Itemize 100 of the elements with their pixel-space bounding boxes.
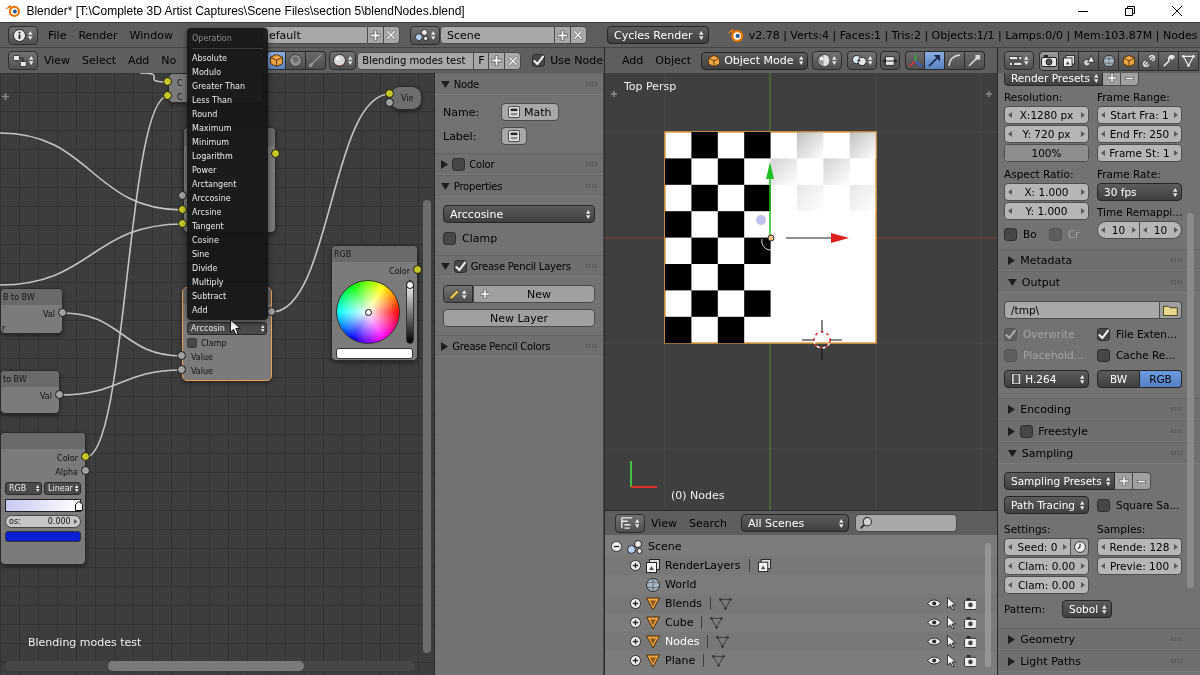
scene-selector-button[interactable] (409, 25, 440, 45)
number-field[interactable]: Rende: 128 (1097, 538, 1182, 556)
panel-header[interactable]: Properties (435, 175, 603, 197)
left-arrow-icon[interactable] (1101, 150, 1105, 156)
panel-header[interactable]: Geometry (998, 628, 1200, 650)
menu-item[interactable]: Arctangent (192, 177, 268, 191)
number-field[interactable]: 10 (1140, 221, 1182, 239)
slider-thumb[interactable] (406, 281, 414, 289)
cursor-icon[interactable] (947, 654, 957, 667)
eye-icon[interactable] (926, 599, 942, 608)
properties-tab[interactable] (1059, 50, 1079, 71)
operation-dropdown[interactable]: Arccosine (443, 205, 595, 223)
outliner-row[interactable]: Nodes (605, 632, 997, 651)
properties-tab[interactable] (1139, 50, 1159, 71)
left-arrow-icon[interactable] (1008, 544, 1012, 550)
checkbox[interactable] (452, 157, 466, 171)
presets-dropdown[interactable]: Render Presets (1004, 73, 1104, 86)
manipulator-toggle[interactable] (905, 51, 926, 70)
color-mode-toggle[interactable]: RGB (1140, 370, 1182, 388)
socket-icon[interactable] (58, 308, 67, 317)
editor-type-button[interactable] (1004, 51, 1034, 70)
3d-viewport[interactable]: Top Persp (0) Nodes (605, 73, 997, 510)
properties-tab[interactable] (1039, 50, 1059, 71)
manipulator-toggle[interactable] (945, 51, 966, 70)
folder-button[interactable] (1160, 301, 1182, 319)
filter-dropdown[interactable]: All Scenes (740, 514, 849, 532)
cursor-icon[interactable] (947, 597, 957, 610)
manipulator-toggle[interactable] (965, 51, 986, 70)
eye-icon[interactable] (926, 656, 942, 665)
eye-icon[interactable] (926, 637, 942, 646)
camera-icon[interactable] (963, 597, 977, 610)
color-ramp-bar[interactable] (5, 498, 81, 512)
right-arrow-icon[interactable] (785, 233, 849, 243)
delete-button[interactable] (505, 51, 522, 70)
left-arrow-icon[interactable] (1101, 544, 1105, 550)
checkbox[interactable] (1004, 227, 1017, 241)
scrollbar[interactable] (1187, 213, 1194, 588)
integrator-dropdown[interactable]: Path Tracing (1004, 496, 1089, 514)
dropdown[interactable]: Linear (44, 481, 81, 495)
right-arrow-icon[interactable] (1081, 582, 1085, 588)
outliner-row[interactable]: RenderLayers (605, 556, 997, 575)
number-field[interactable]: Y: 720 px (1004, 125, 1089, 143)
plus-icon[interactable] (610, 90, 618, 98)
node-card[interactable]: to BW Val (0, 370, 60, 414)
slider[interactable]: 100% (1004, 144, 1089, 162)
name-field[interactable]: Math (501, 103, 559, 121)
left-arrow-icon[interactable] (1101, 131, 1105, 137)
number-field[interactable]: X:1280 px (1004, 106, 1089, 124)
checkbox[interactable] (1097, 498, 1110, 512)
color-swatch[interactable] (336, 347, 413, 359)
outliner-row[interactable]: Blends (605, 594, 997, 613)
orientation-button[interactable] (880, 51, 901, 70)
cursor-icon[interactable] (947, 635, 957, 648)
panel-header[interactable]: Metadata (998, 249, 1200, 271)
socket-icon[interactable] (55, 390, 64, 399)
right-arrow-icon[interactable] (1132, 227, 1136, 233)
left-arrow-icon[interactable] (1101, 227, 1105, 233)
right-arrow-icon[interactable] (1174, 563, 1178, 569)
material-name-field[interactable]: Blending modes test (357, 51, 475, 70)
properties-tab[interactable] (1119, 50, 1139, 71)
number-field[interactable]: Clam: 0.00 (1004, 557, 1089, 575)
menu-item[interactable]: Add (192, 303, 268, 317)
left-arrow-icon[interactable] (1101, 112, 1105, 118)
outliner-item[interactable]: Cube (665, 616, 694, 629)
node-card[interactable]: B to BW Val r (0, 288, 63, 334)
menu-item[interactable]: Tangent (192, 219, 268, 233)
right-arrow-icon[interactable] (1081, 112, 1085, 118)
menu-item[interactable]: Cosine (192, 233, 268, 247)
panel-header[interactable]: Color (435, 153, 603, 175)
outliner-item[interactable]: World (665, 578, 697, 591)
add-preset-button[interactable] (1103, 73, 1122, 86)
left-arrow-icon[interactable] (1008, 563, 1012, 569)
checkbox[interactable] (532, 54, 546, 67)
checkbox[interactable] (1097, 348, 1110, 362)
properties-tab[interactable] (1099, 50, 1119, 71)
value-slider[interactable] (406, 280, 414, 344)
right-arrow-icon[interactable] (1174, 150, 1178, 156)
manipulator-toggle[interactable] (925, 51, 946, 70)
expand-toggle-icon[interactable] (630, 598, 641, 609)
properties-tab[interactable] (1159, 50, 1179, 71)
plus-icon[interactable] (2, 93, 9, 100)
pivot-button[interactable] (847, 51, 878, 70)
scrollbar[interactable] (108, 661, 304, 671)
menu-item[interactable]: Subtract (192, 289, 268, 303)
panel-header[interactable]: Encoding (998, 398, 1200, 420)
checkbox[interactable] (443, 231, 456, 245)
scrollbar[interactable] (423, 200, 431, 653)
expand-toggle-icon[interactable] (630, 617, 641, 628)
node-card[interactable]: Vie (390, 86, 422, 110)
color-mode-toggle[interactable]: BW (1097, 370, 1140, 388)
format-dropdown[interactable]: H.264 (1004, 370, 1089, 388)
menu-item[interactable]: Greater Than (192, 79, 268, 93)
right-arrow-icon[interactable] (1081, 563, 1085, 569)
left-arrow-icon[interactable] (1143, 227, 1147, 233)
output-path-field[interactable]: /tmp\ (1004, 301, 1160, 319)
left-arrow-icon[interactable] (1101, 563, 1105, 569)
menu-item[interactable]: Less Than (192, 93, 268, 107)
right-arrow-icon[interactable] (1081, 208, 1085, 214)
mode-dropdown[interactable]: Object Mode (701, 51, 809, 70)
panel-header[interactable]: Light Paths (998, 650, 1200, 672)
